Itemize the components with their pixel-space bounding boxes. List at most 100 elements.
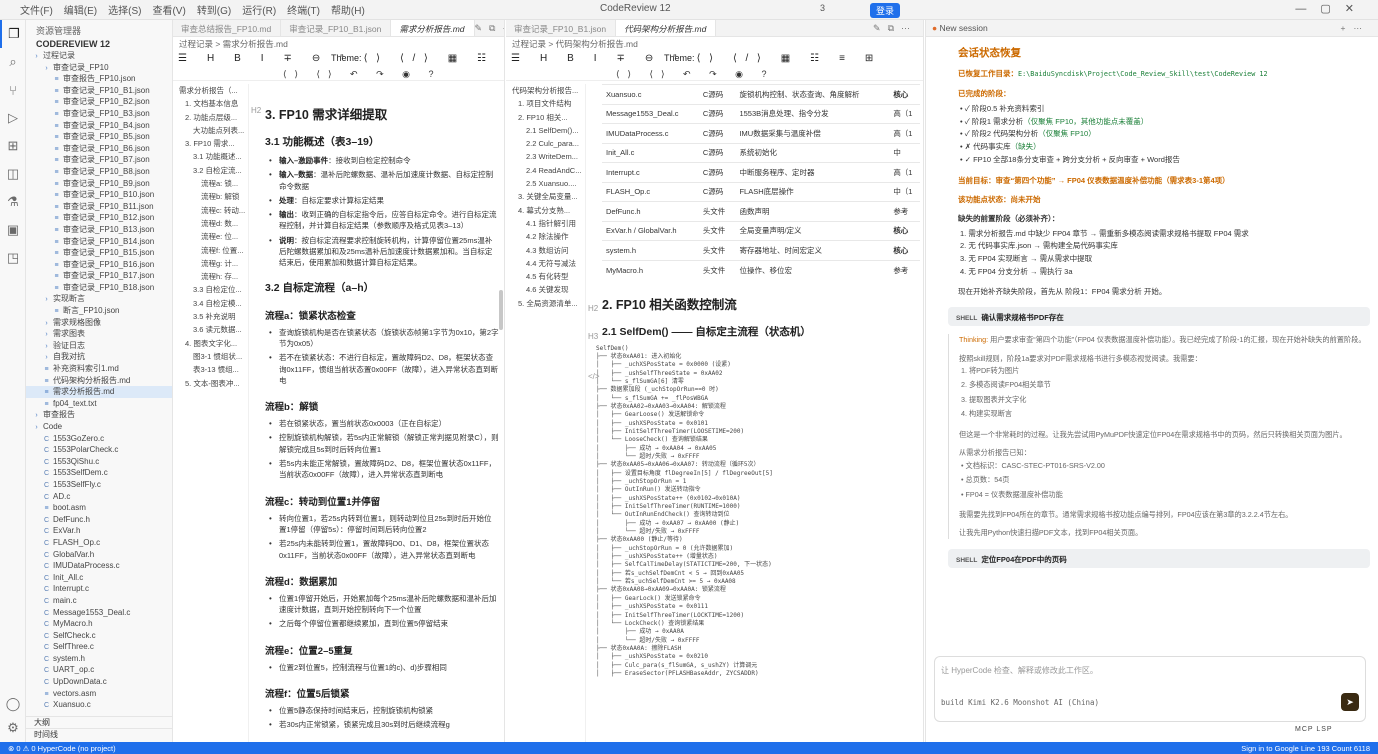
outline-item[interactable]: 1. 文档基本信息: [173, 97, 248, 110]
outline-item[interactable]: 1. 项目文件结构: [506, 97, 585, 110]
outline-item[interactable]: 3.4 自检定模...: [173, 297, 248, 310]
outline-item[interactable]: 流程b: 解锁: [173, 190, 248, 203]
outline-item[interactable]: 5. 文本-图表冲...: [173, 377, 248, 390]
tree-item[interactable]: ≡ 审查记录_FP10_B14.json: [26, 236, 172, 248]
outline-item[interactable]: 4.1 指针解引用: [506, 217, 585, 230]
outline-item[interactable]: 代码架构分析报告...: [506, 84, 585, 97]
tree-item[interactable]: C Init_All.c: [26, 572, 172, 584]
outline-item[interactable]: 需求分析报告（...: [173, 84, 248, 97]
status-left[interactable]: ⊗ 0 ⚠ 0 HyperCode (no project): [8, 744, 116, 753]
outline-item[interactable]: 流程e: 位...: [173, 230, 248, 243]
tree-item[interactable]: ≡ 审查记录_FP10_B15.json: [26, 247, 172, 259]
tree-item[interactable]: ≡ 审查记录_FP10_B8.json: [26, 166, 172, 178]
tree-item[interactable]: ≡ 审查报告_FP10.json: [26, 73, 172, 85]
chat-status-indicators[interactable]: MCP LSP: [1295, 726, 1333, 733]
tree-item[interactable]: C Xuansuo.c: [26, 699, 172, 711]
outline-item[interactable]: 2.4 ReadAndC...: [506, 164, 585, 177]
tree-item[interactable]: › 实现断言: [26, 293, 172, 305]
tab-requirements-report[interactable]: 需求分析报告.md: [391, 20, 475, 36]
outline-item[interactable]: 流程a: 锁...: [173, 177, 248, 190]
format-buttons-right[interactable]: ☰ H B I ∓ ⊖ “ ⟨⟩ ⟨/⟩ ▦ ☷ ≡ ⊞: [511, 53, 882, 64]
tree-item[interactable]: C UART_op.c: [26, 664, 172, 676]
tree-item[interactable]: C Message1553_Deal.c: [26, 607, 172, 619]
tree-item[interactable]: › 自我对抗: [26, 351, 172, 363]
outline-item[interactable]: 4. 幕式分支熟...: [506, 204, 585, 217]
tree-item[interactable]: C DefFunc.h: [26, 514, 172, 526]
tree-item[interactable]: ≡ 代码架构分析报告.md: [26, 375, 172, 387]
outline-item[interactable]: 流程d: 数...: [173, 217, 248, 230]
tab-review-b1[interactable]: 审查记录_FP10_B1.json: [281, 20, 392, 36]
tree-item[interactable]: C SelfCheck.c: [26, 630, 172, 642]
tree-item[interactable]: ≡ vectors.asm: [26, 688, 172, 700]
tree-item[interactable]: C AD.c: [26, 491, 172, 503]
outline-item[interactable]: 4.4 无符号减法: [506, 257, 585, 270]
outline-item[interactable]: 4.2 除法操作: [506, 230, 585, 243]
menu-item[interactable]: 终端(T): [287, 2, 320, 17]
tree-item[interactable]: ≡ 需求分析报告.md: [26, 386, 172, 398]
outline-item[interactable]: 流程h: 存...: [173, 270, 248, 283]
tree-item[interactable]: C ExVar.h: [26, 525, 172, 537]
theme-label-right[interactable]: Theme:: [664, 53, 695, 63]
tree-item[interactable]: C IMUDataProcess.c: [26, 560, 172, 572]
login-button[interactable]: 登录: [870, 3, 901, 18]
chat-tab[interactable]: ● New session +⋯: [926, 20, 1378, 37]
theme-label[interactable]: Theme:: [331, 53, 362, 63]
outline-item[interactable]: 2.2 Culc_para...: [506, 137, 585, 150]
view-buttons[interactable]: ⟨⟩ ⟨⟩ ↶ ↷ ◉ ?: [283, 69, 442, 80]
tree-item[interactable]: C Interrupt.c: [26, 583, 172, 595]
editor2-actions[interactable]: ✎⧉⋯: [873, 20, 923, 36]
shell-block-2[interactable]: SHELL 定位FP04在PDF中的页码: [948, 548, 1370, 568]
tree-item[interactable]: ≡ 审查记录_FP10_B4.json: [26, 120, 172, 132]
outline-item[interactable]: 2. FP10 相关...: [506, 111, 585, 124]
menu-item[interactable]: 运行(R): [242, 2, 276, 17]
tree-item[interactable]: Cmain.c: [26, 595, 172, 607]
run-debug-icon[interactable]: ▷: [0, 104, 26, 132]
tree-item[interactable]: ≡ 审查记录_FP10_B1.json: [26, 85, 172, 97]
tree-item[interactable]: C FLASH_Op.c: [26, 537, 172, 549]
tree-item[interactable]: C 1553QiShu.c: [26, 456, 172, 468]
tree-item[interactable]: C 1553PolarCheck.c: [26, 444, 172, 456]
outline-item[interactable]: 2.3 WriteDem...: [506, 150, 585, 163]
tree-item[interactable]: › 验证日志: [26, 340, 172, 352]
outline-section[interactable]: 大纲: [26, 716, 172, 728]
outline-item[interactable]: 4.6 关键发现: [506, 283, 585, 296]
source-control-icon[interactable]: ⑂: [0, 76, 26, 104]
tree-item[interactable]: C 1553GoZero.c: [26, 433, 172, 445]
tree-item[interactable]: ≡ 审查记录_FP10_B11.json: [26, 201, 172, 213]
outline-item[interactable]: 3.2 自检定流...: [173, 164, 248, 177]
menu-item[interactable]: 编辑(E): [64, 2, 97, 17]
search-icon[interactable]: ⌕: [0, 48, 26, 76]
status-right[interactable]: Sign in to Google Line 193 Count 6118: [1241, 744, 1370, 753]
tree-item[interactable]: ≡ 审查记录_FP10_B13.json: [26, 224, 172, 236]
tree-item[interactable]: ≡ 审查记录_FP10_B6.json: [26, 143, 172, 155]
tree-item[interactable]: ≡ 审查记录_FP10_B12.json: [26, 212, 172, 224]
chat-icon[interactable]: ◳: [0, 244, 26, 272]
outline-item[interactable]: 图3-1 惯组状...: [173, 350, 248, 363]
outline-item[interactable]: 3.1 功能概述...: [173, 150, 248, 163]
tree-item[interactable]: › 需求图表: [26, 328, 172, 340]
menu-item[interactable]: 文件(F): [20, 2, 53, 17]
tree-item[interactable]: ≡ 审查记录_FP10_B17.json: [26, 270, 172, 282]
workspace-title[interactable]: CODEREVIEW 12: [26, 36, 172, 50]
outline-item[interactable]: 流程f: 位置...: [173, 244, 248, 257]
tree-item[interactable]: ≡ fp04_text.txt: [26, 398, 172, 410]
testing-icon[interactable]: ⚗: [0, 188, 26, 216]
explorer-icon[interactable]: ❐: [0, 20, 26, 48]
shell-block-1[interactable]: SHELL 确认需求规格书PDF存在: [948, 307, 1370, 327]
tab-architecture-report[interactable]: 代码架构分析报告.md: [616, 20, 717, 36]
chat-tab-actions[interactable]: +⋯: [1341, 23, 1370, 34]
tab-review-b1-right[interactable]: 审查记录_FP10_B1.json: [506, 20, 617, 36]
tree-item[interactable]: ≡ 审查记录_FP10_B3.json: [26, 108, 172, 120]
tree-item[interactable]: ≡ boot.asm: [26, 502, 172, 514]
outline-item[interactable]: 大功能点列表...: [173, 124, 248, 137]
breadcrumb[interactable]: 过程记录 > 需求分析报告.md: [173, 37, 504, 49]
tree-item[interactable]: C MyMacro.h: [26, 618, 172, 630]
tree-item[interactable]: ≡ 审查记录_FP10_B2.json: [26, 96, 172, 108]
outline-item[interactable]: 2.5 Xuansuo....: [506, 177, 585, 190]
tree-item[interactable]: ≡ 审查记录_FP10_B10.json: [26, 189, 172, 201]
tree-item[interactable]: C 1553SelfFly.c: [26, 479, 172, 491]
outline-item[interactable]: 4.5 有化转型: [506, 270, 585, 283]
outline-item[interactable]: 2.1 SelfDem()...: [506, 124, 585, 137]
breadcrumb-right[interactable]: 过程记录 > 代码架构分析报告.md: [506, 37, 923, 49]
menu-item[interactable]: 选择(S): [108, 2, 141, 17]
